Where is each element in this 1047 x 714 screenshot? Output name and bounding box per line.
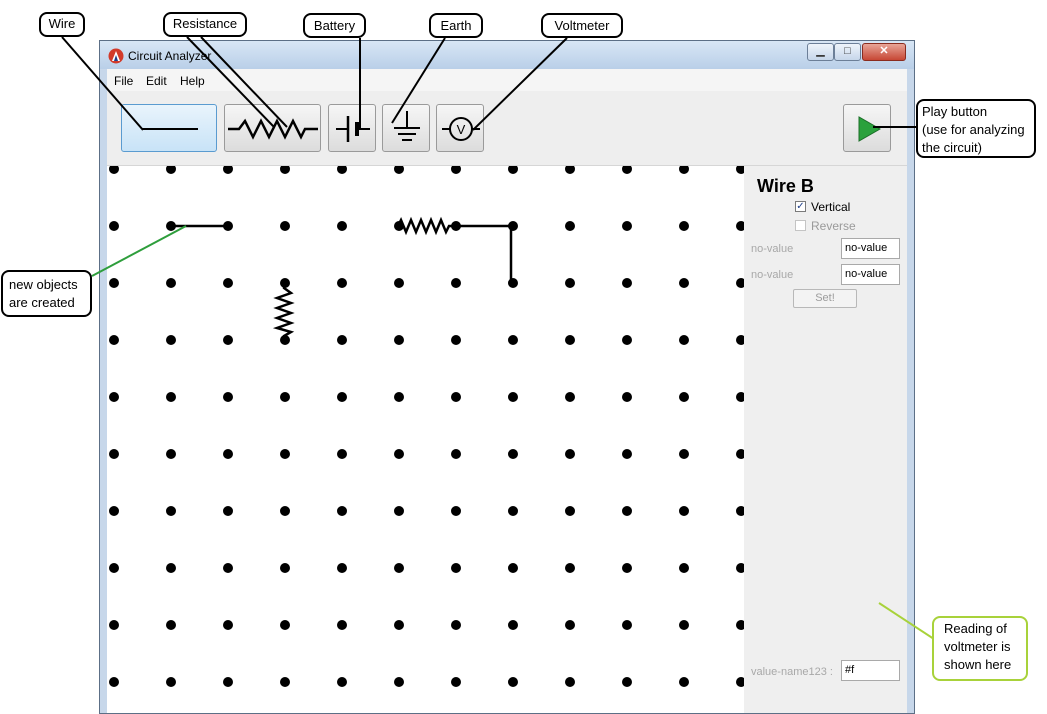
- callout-voltmeter: Voltmeter: [541, 13, 623, 38]
- annotation-leader-lines: [61, 36, 938, 642]
- callout-play-button: Play button (use for analyzing the circu…: [916, 99, 1036, 158]
- callout-voltmeter-reading: Reading of voltmeter is shown here: [932, 616, 1028, 681]
- callout-wire: Wire: [39, 12, 85, 37]
- callout-resistance: Resistance: [163, 12, 247, 37]
- callout-battery: Battery: [303, 13, 366, 38]
- callout-earth: Earth: [429, 13, 483, 38]
- callout-new-objects: new objects are created: [1, 270, 92, 317]
